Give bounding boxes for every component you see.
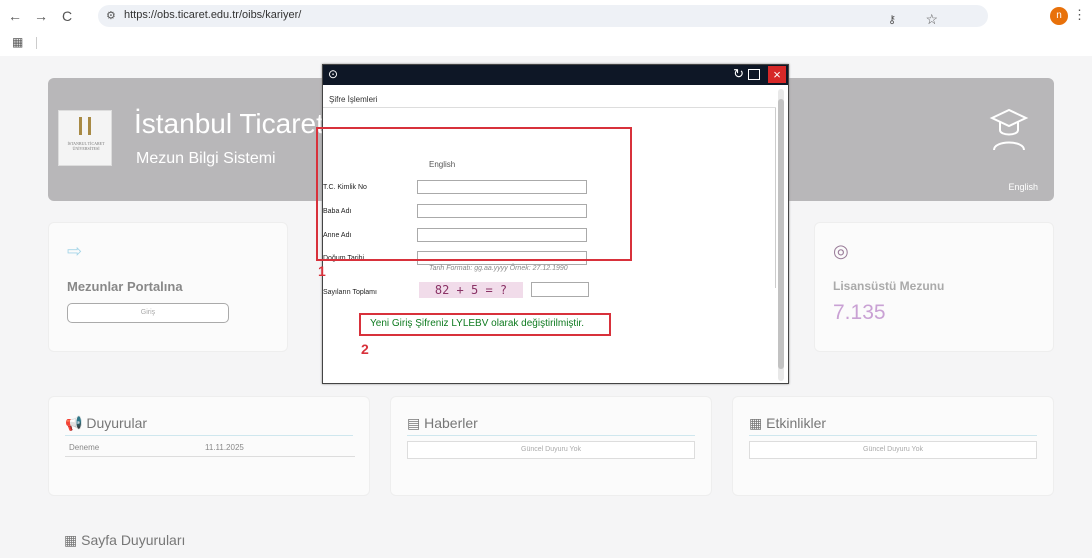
events-empty-row: Güncel Duyuru Yok [749, 441, 1037, 459]
reload-icon[interactable]: C [62, 8, 72, 24]
announcement-name: Deneme [69, 443, 100, 452]
captcha-image: 82 + 5 = ? [419, 282, 523, 298]
refresh-icon[interactable]: ↻ [733, 66, 744, 82]
hero-title: İstanbul Ticaret [134, 108, 324, 139]
popup-menu-label[interactable]: Şifre İşlemleri [329, 95, 377, 104]
news-label: Haberler [424, 415, 478, 431]
announcements-card: 📢 Duyurular Deneme 11.11.2025 [48, 396, 370, 496]
close-icon[interactable]: × [768, 66, 786, 83]
page-announcements-title: ▦ Sayfa Duyuruları [64, 532, 185, 549]
chevron-circle-icon[interactable]: ⊙ [328, 67, 338, 81]
graduate-count: 7.135 [833, 301, 886, 324]
page-announcements-label: Sayfa Duyuruları [81, 532, 186, 548]
date-format-hint: Tarih Formatı: gg.aa.yyyy Örnek: 27.12.1… [429, 265, 568, 272]
calendar-icon: ▦ [749, 415, 763, 431]
calendar-icon: ▦ [64, 532, 78, 548]
announcements-title: 📢 Duyurular [65, 415, 147, 432]
address-bar[interactable]: ⚙ https://obs.ticaret.edu.tr/oibs/kariye… [98, 5, 988, 27]
captcha-input[interactable] [531, 282, 589, 297]
portal-title: Mezunlar Portalına [67, 279, 183, 294]
apps-grid-icon[interactable]: ▦ [12, 35, 23, 49]
logo-mark [79, 117, 91, 135]
browser-toolbar: ← → C ⚙ https://obs.ticaret.edu.tr/oibs/… [0, 0, 1092, 32]
annotation-number-2: 2 [361, 341, 369, 357]
portal-card: ⇨ Mezunlar Portalına Giriş [48, 222, 288, 352]
news-empty-row: Güncel Duyuru Yok [407, 441, 695, 459]
site-info-icon[interactable]: ⚙ [106, 9, 116, 22]
scrollbar-thumb[interactable] [778, 99, 784, 369]
back-arrow-icon[interactable]: ← [8, 8, 22, 24]
events-label: Etkinlikler [766, 415, 827, 431]
graduate-title: Lisansüstü Mezunu [833, 279, 945, 293]
university-logo: İSTANBUL TİCARET ÜNİVERSİTESİ [58, 110, 112, 166]
annotation-box-1 [316, 127, 632, 261]
menu-icon[interactable]: ⋮ [1073, 7, 1086, 23]
graduate-card: ◎ Lisansüstü Mezunu 7.135 [814, 222, 1054, 352]
announcement-item[interactable]: Deneme 11.11.2025 [65, 439, 355, 457]
announcements-label: Duyurular [86, 415, 148, 431]
portal-enter-icon: ⇨ [67, 241, 83, 261]
success-message: Yeni Giriş Şifreniz LYLEBV olarak değişt… [370, 318, 584, 329]
section-underline [407, 435, 695, 436]
news-title: ▤ Haberler [407, 415, 478, 432]
profile-avatar[interactable]: n [1050, 7, 1068, 25]
bookmark-divider [36, 37, 37, 49]
english-link[interactable]: English [1008, 182, 1038, 192]
section-underline [749, 435, 1037, 436]
password-key-icon[interactable]: ⚷ [888, 13, 896, 26]
hero-subtitle: Mezun Bilgi Sistemi [136, 150, 276, 167]
megaphone-icon: 📢 [65, 415, 83, 431]
newspaper-icon: ▤ [407, 415, 421, 431]
portal-login-button[interactable]: Giriş [67, 303, 229, 323]
maximize-icon[interactable] [748, 69, 760, 80]
forward-arrow-icon[interactable]: → [34, 8, 48, 24]
announcement-date: 11.11.2025 [205, 443, 244, 452]
section-underline [65, 435, 353, 436]
bookmarks-bar: ▦ [0, 32, 1092, 54]
url-text[interactable]: https://obs.ticaret.edu.tr/oibs/kariyer/ [124, 9, 301, 21]
events-card: ▦ Etkinlikler Güncel Duyuru Yok [732, 396, 1054, 496]
events-title: ▦ Etkinlikler [749, 415, 826, 432]
popup-titlebar: ⊙ ↻ × [323, 65, 788, 85]
news-card: ▤ Haberler Güncel Duyuru Yok [390, 396, 712, 496]
annotation-number-1: 1 [318, 263, 326, 279]
sum-label: Sayıların Toplamı [323, 289, 377, 296]
award-icon: ◎ [833, 241, 849, 261]
star-icon[interactable]: ☆ [925, 11, 938, 28]
graduation-cap-icon [989, 108, 1029, 151]
logo-text: İSTANBUL TİCARET ÜNİVERSİTESİ [67, 141, 105, 151]
